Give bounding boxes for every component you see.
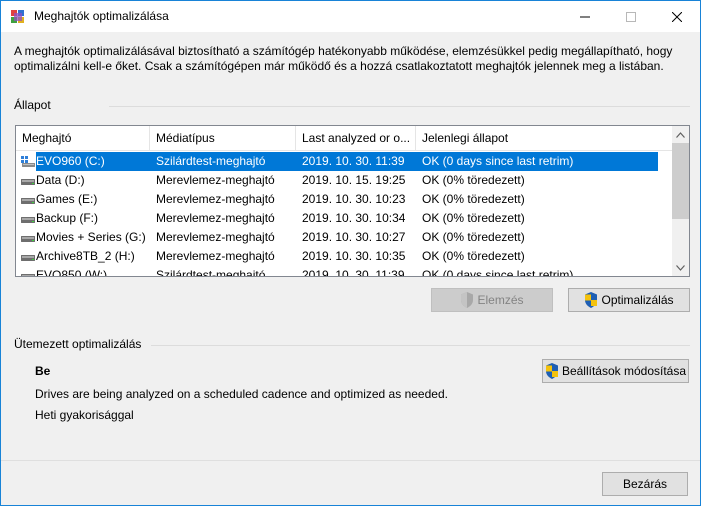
drives-list[interactable]: Meghajtó Médiatípus Last analyzed or o..… <box>15 125 690 277</box>
column-header-media-type[interactable]: Médiatípus <box>150 126 296 151</box>
column-header-last-analyzed[interactable]: Last analyzed or o... <box>296 126 416 151</box>
drive-name: Movies + Series (G:) <box>36 230 146 244</box>
current-status: OK (0 days since last retrim) <box>422 154 574 168</box>
uac-shield-icon <box>545 363 558 379</box>
hard-drive-icon <box>21 217 35 223</box>
drive-name: Games (E:) <box>36 192 98 206</box>
maximize-button[interactable] <box>608 1 654 32</box>
scroll-down-arrow-icon[interactable] <box>672 259 689 276</box>
scheduled-description: Drives are being analyzed on a scheduled… <box>35 387 448 401</box>
drive-name: Archive8TB_2 (H:) <box>36 249 135 263</box>
last-analyzed: 2019. 10. 30. 10:27 <box>302 230 406 244</box>
drive-name: Data (D:) <box>36 173 85 187</box>
change-settings-button[interactable]: Beállítások módosítása <box>542 359 689 383</box>
scheduled-state: Be <box>35 364 51 378</box>
minimize-button[interactable] <box>562 1 608 32</box>
defrag-app-icon <box>11 10 24 23</box>
system-drive-icon <box>21 156 35 167</box>
media-type: Merevlemez-meghajtó <box>156 249 275 263</box>
optimize-drives-window: Meghajtók optimalizálása A meghajtók opt… <box>0 0 701 506</box>
column-header-current-status[interactable]: Jelenlegi állapot <box>416 126 672 151</box>
media-type: Merevlemez-meghajtó <box>156 230 275 244</box>
analyze-button[interactable]: Elemzés <box>431 288 553 312</box>
optimize-button-label: Optimalizálás <box>601 293 674 307</box>
drives-list-scrollbar[interactable] <box>672 126 689 276</box>
hard-drive-icon <box>21 274 35 276</box>
uac-shield-icon <box>461 292 474 308</box>
media-type: Szilárdtest-meghajtó <box>156 268 266 277</box>
current-status: OK (0 days since last retrim) <box>422 268 574 277</box>
hard-drive-icon <box>21 179 35 185</box>
scheduled-group-divider <box>151 345 690 346</box>
last-analyzed: 2019. 10. 30. 10:35 <box>302 249 406 263</box>
last-analyzed: 2019. 10. 30. 10:34 <box>302 211 406 225</box>
hard-drive-icon <box>21 198 35 204</box>
drive-row[interactable]: EVO960 (C:) Szilárdtest-meghajtó 2019. 10.… <box>16 152 672 171</box>
current-status: OK (0% töredezett) <box>422 173 525 187</box>
media-type: Merevlemez-meghajtó <box>156 173 275 187</box>
last-analyzed: 2019. 10. 15. 19:25 <box>302 173 406 187</box>
close-button[interactable]: Bezárás <box>602 472 688 496</box>
optimize-button[interactable]: Optimalizálás <box>568 288 690 312</box>
status-group-label: Állapot <box>14 98 51 112</box>
close-button-label: Bezárás <box>622 477 668 491</box>
close-icon <box>672 11 682 22</box>
current-status: OK (0% töredezett) <box>422 230 525 244</box>
drive-row[interactable]: Archive8TB_2 (H:) Merevlemez-meghajtó 2019… <box>16 247 672 266</box>
drive-name: Backup (F:) <box>36 211 99 225</box>
analyze-button-label: Elemzés <box>477 293 524 307</box>
column-header-drive[interactable]: Meghajtó <box>16 126 150 151</box>
description-text: A meghajtók optimalizálásával biztosítha… <box>14 44 673 73</box>
last-analyzed: 2019. 10. 30. 11:39 <box>302 154 405 168</box>
media-type: Szilárdtest-meghajtó <box>156 154 266 168</box>
current-status: OK (0% töredezett) <box>422 249 525 263</box>
drive-row[interactable]: Data (D:) Merevlemez-meghajtó 2019. 10. 15… <box>16 171 672 190</box>
scheduled-group-label: Ütemezett optimalizálás <box>14 337 142 351</box>
drive-name: EVO850 (W:) <box>36 268 108 277</box>
drives-list-header: Meghajtó Médiatípus Last analyzed or o..… <box>16 126 672 151</box>
current-status: OK (0% töredezett) <box>422 192 525 206</box>
title-bar[interactable]: Meghajtók optimalizálása <box>1 1 700 32</box>
uac-shield-icon <box>585 292 598 308</box>
status-group-divider <box>109 106 690 107</box>
hard-drive-icon <box>21 255 35 261</box>
drive-row[interactable]: Backup (F:) Merevlemez-meghajtó 2019. 10. … <box>16 209 672 228</box>
minimize-icon <box>580 16 590 17</box>
drive-name: EVO960 (C:) <box>36 154 105 168</box>
drive-row[interactable]: EVO850 (W:) Szilárdtest-meghajtó 2019. 10.… <box>16 266 672 277</box>
dialog-footer: Bezárás <box>1 460 700 505</box>
drive-row[interactable]: Movies + Series (G:) Merevlemez-meghajtó 2… <box>16 228 672 247</box>
scrollbar-thumb[interactable] <box>672 143 689 219</box>
hard-drive-icon <box>21 236 35 242</box>
drive-row[interactable]: Games (E:) Merevlemez-meghajtó 2019. 10. 3… <box>16 190 672 209</box>
close-window-button[interactable] <box>654 1 700 32</box>
last-analyzed: 2019. 10. 30. 10:23 <box>302 192 406 206</box>
last-analyzed: 2019. 10. 30. 11:39 <box>302 268 405 277</box>
scheduled-frequency: Heti gyakorisággal <box>35 408 134 422</box>
media-type: Merevlemez-meghajtó <box>156 192 275 206</box>
change-settings-button-label: Beállítások módosítása <box>561 364 687 378</box>
media-type: Merevlemez-meghajtó <box>156 211 275 225</box>
window-title: Meghajtók optimalizálása <box>34 9 169 23</box>
current-status: OK (0% töredezett) <box>422 211 525 225</box>
scroll-up-arrow-icon[interactable] <box>672 126 689 143</box>
maximize-icon <box>626 11 636 22</box>
